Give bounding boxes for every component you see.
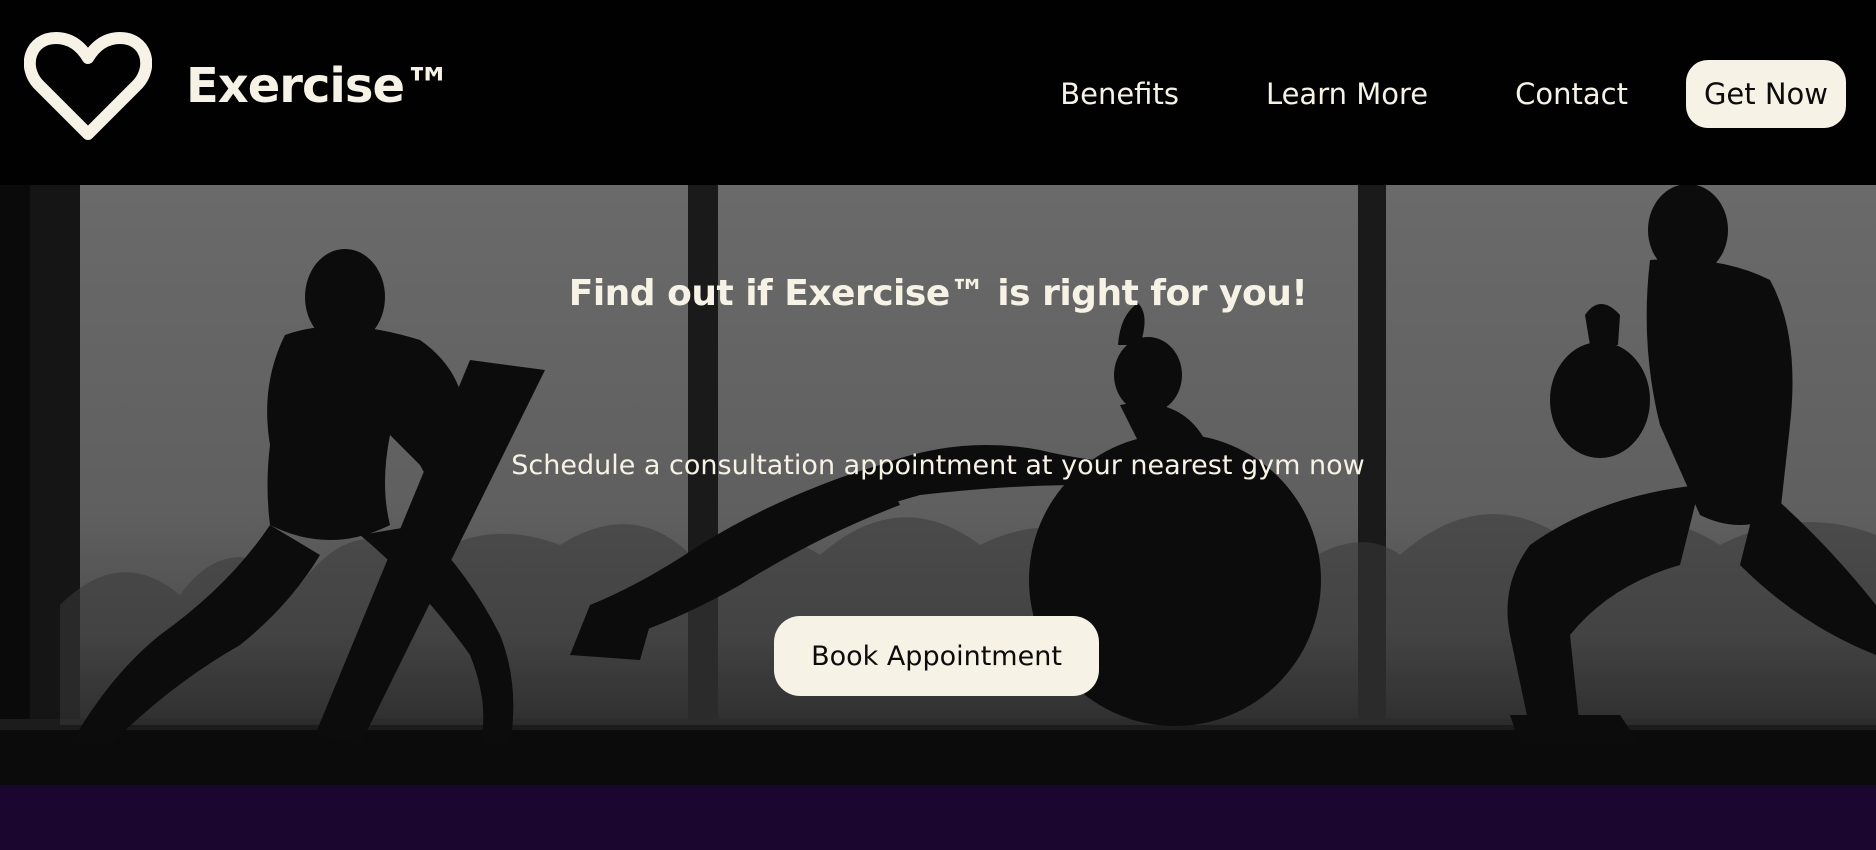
brand-name[interactable]: Exercise™	[186, 58, 452, 114]
main-nav: Benefits Learn More Contact Get Now	[1060, 60, 1846, 128]
get-now-button[interactable]: Get Now	[1685, 60, 1846, 128]
hero-section: Find out if Exercise™ is right for you! …	[0, 185, 1876, 785]
footer-band	[0, 785, 1876, 850]
hero-title: Find out if Exercise™ is right for you!	[568, 273, 1308, 314]
nav-link-contact[interactable]: Contact	[1515, 77, 1628, 111]
site-header: Exercise™ Benefits Learn More Contact Ge…	[0, 0, 1876, 185]
nav-link-benefits[interactable]: Benefits	[1060, 77, 1179, 111]
book-appointment-button[interactable]: Book Appointment	[774, 616, 1099, 696]
hero-subtitle: Schedule a consultation appointment at y…	[511, 450, 1365, 481]
nav-link-learn-more[interactable]: Learn More	[1266, 77, 1428, 111]
heart-outline-icon[interactable]	[24, 30, 152, 142]
